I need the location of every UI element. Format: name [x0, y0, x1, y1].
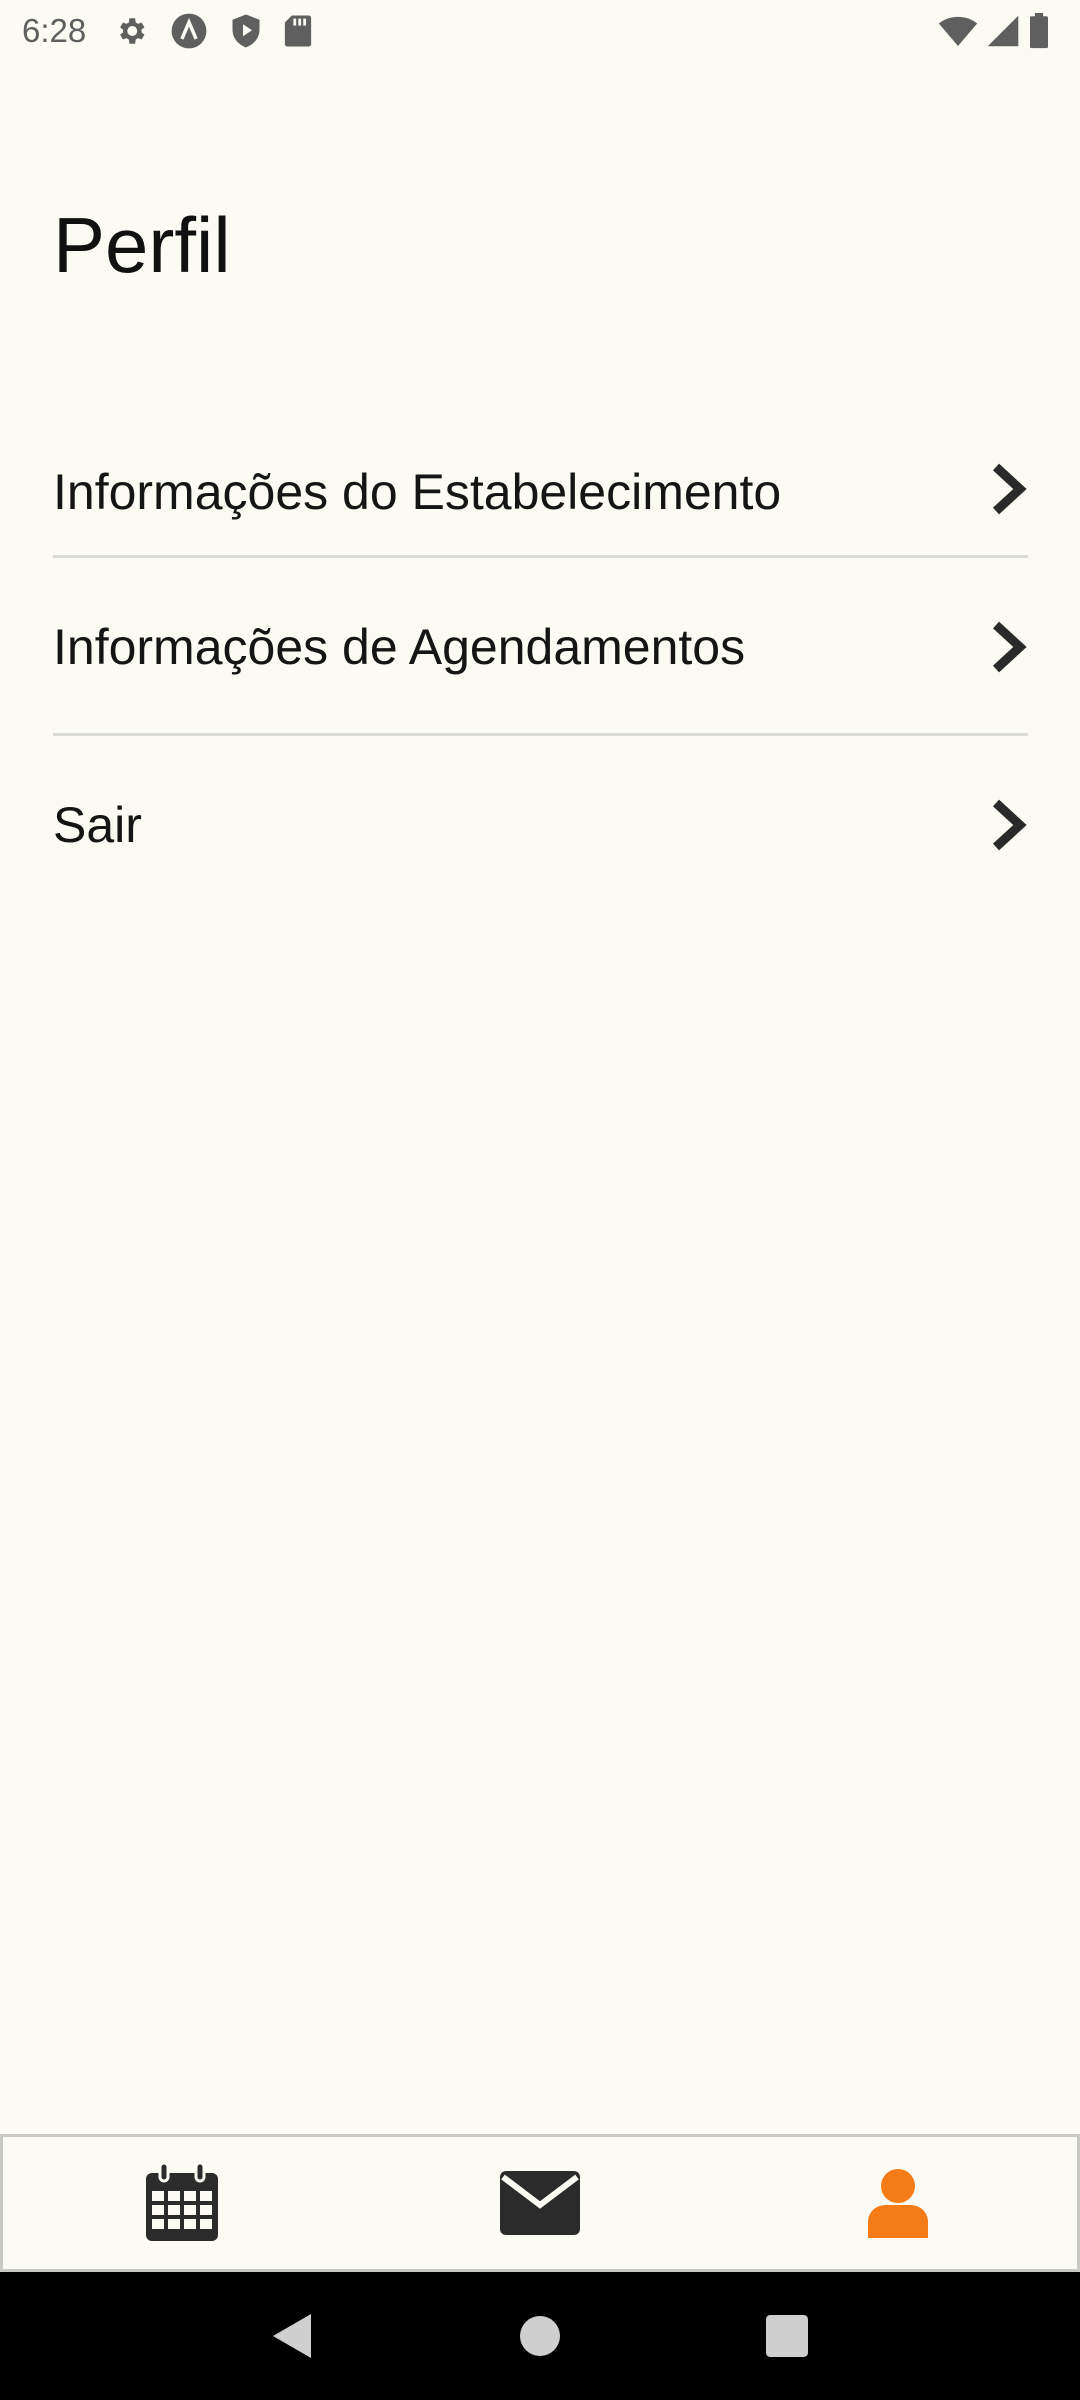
chevron-right-icon: [992, 621, 1027, 673]
sd-card-icon: [284, 14, 312, 48]
page-title: Perfil: [53, 201, 231, 289]
battery-icon: [1028, 13, 1050, 49]
chevron-right-icon: [992, 463, 1027, 515]
calendar-icon: [146, 2163, 218, 2241]
menu-item-label: Informações do Estabelecimento: [53, 464, 782, 520]
profile-screen: 6:28 Perfil Informações do Estabelecimen…: [0, 0, 1080, 2400]
a-circle-icon: [170, 12, 208, 50]
status-bar: 6:28: [0, 0, 1080, 62]
recents-button[interactable]: [747, 2296, 827, 2376]
menu-item-label: Informações de Agendamentos: [53, 619, 746, 675]
system-nav-bar: [0, 2272, 1080, 2400]
status-time: 6:28: [22, 12, 87, 49]
menu-item-scheduling-info[interactable]: Informações de Agendamentos: [53, 558, 1028, 736]
status-icons-left: [114, 12, 312, 50]
tab-profile[interactable]: [719, 2137, 1077, 2269]
tab-messages[interactable]: [361, 2137, 719, 2269]
envelope-icon: [500, 2171, 580, 2235]
menu-item-establishment-info[interactable]: Informações do Estabelecimento: [53, 430, 1028, 558]
play-shield-icon: [230, 13, 262, 49]
bottom-tab-bar: [0, 2134, 1080, 2272]
home-icon: [519, 2316, 560, 2356]
user-icon: [868, 2169, 928, 2238]
profile-menu: Informações do Estabelecimento Informaçõ…: [53, 430, 1028, 914]
wifi-icon: [938, 14, 978, 48]
gear-icon: [114, 14, 148, 48]
recents-icon: [765, 2315, 808, 2357]
back-button[interactable]: [253, 2296, 333, 2376]
signal-icon: [986, 14, 1020, 48]
back-icon: [273, 2314, 312, 2358]
status-icons-right: [938, 13, 1050, 49]
home-button[interactable]: [500, 2296, 580, 2376]
menu-item-label: Sair: [53, 797, 142, 853]
chevron-right-icon: [992, 799, 1027, 851]
tab-calendar[interactable]: [3, 2137, 361, 2269]
menu-item-logout[interactable]: Sair: [53, 736, 1028, 914]
